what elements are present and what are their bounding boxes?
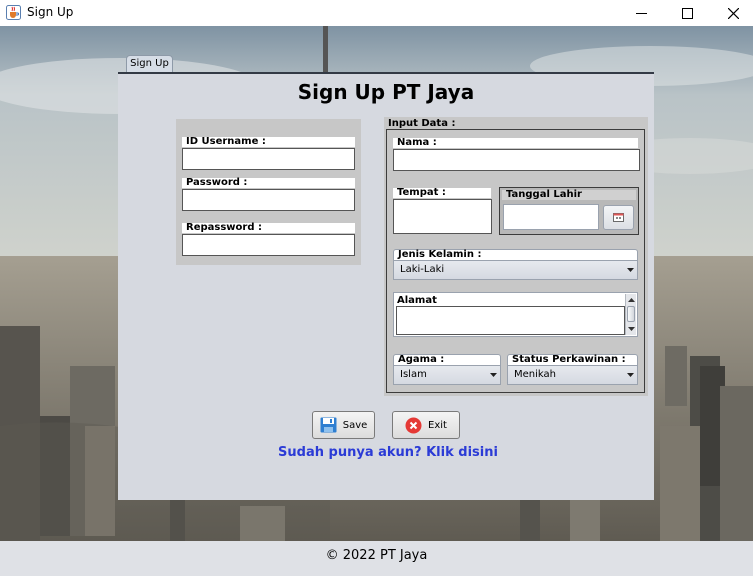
close-icon	[727, 7, 739, 19]
page-title: Sign Up PT Jaya	[297, 80, 475, 104]
username-label: ID Username :	[182, 137, 355, 147]
exit-button-label: Exit	[428, 419, 447, 431]
password-label: Password :	[182, 178, 355, 188]
maximize-button[interactable]	[664, 0, 710, 26]
tanggal-lahir-label: Tanggal Lahir	[502, 190, 636, 200]
username-input[interactable]	[182, 148, 355, 170]
floppy-disk-icon	[320, 417, 337, 433]
scroll-down-icon	[628, 327, 635, 331]
jenis-kelamin-value: Laki-Laki	[400, 264, 445, 275]
input-data-card: Input Data : Nama : Tempat : Tanggal Lah…	[384, 117, 648, 396]
minimize-button[interactable]	[618, 0, 664, 26]
chevron-down-icon	[623, 366, 637, 384]
footer-copyright: © 2022 PT Jaya	[0, 541, 753, 576]
jenis-kelamin-label: Jenis Kelamin :	[393, 249, 638, 260]
window-title: Sign Up	[27, 5, 74, 19]
alamat-textarea[interactable]	[396, 306, 625, 335]
login-link[interactable]: Sudah punya akun? Klik disini	[118, 445, 658, 460]
tempat-input[interactable]	[393, 199, 492, 234]
status-perkawinan-value: Menikah	[514, 369, 556, 380]
nama-input[interactable]	[393, 149, 640, 171]
password-input[interactable]	[182, 189, 355, 211]
calendar-button[interactable]	[603, 205, 634, 230]
signup-panel: Sign Up PT Jaya ID Username : Password :…	[118, 74, 654, 500]
scroll-up-icon	[628, 298, 635, 302]
tempat-label: Tempat :	[393, 188, 491, 198]
chevron-down-icon	[486, 366, 500, 384]
window-titlebar: Sign Up	[0, 0, 753, 26]
account-card: ID Username : Password : Repassword :	[176, 119, 361, 265]
agama-select[interactable]: Islam	[393, 365, 501, 385]
java-cup-icon	[6, 5, 21, 20]
tab-sign-up[interactable]: Sign Up	[126, 55, 173, 73]
alamat-group: Alamat	[393, 292, 638, 337]
scroll-thumb[interactable]	[627, 306, 635, 322]
input-data-border: Nama : Tempat : Tanggal Lahir Jenis Kela	[386, 129, 645, 393]
repassword-label: Repassword :	[182, 223, 355, 233]
red-x-icon	[405, 417, 422, 433]
minimize-icon	[635, 12, 647, 14]
nama-label: Nama :	[393, 138, 638, 148]
status-perkawinan-label: Status Perkawinan :	[507, 354, 638, 365]
tanggal-lahir-input[interactable]	[503, 204, 599, 230]
jenis-kelamin-select[interactable]: Laki-Laki	[393, 260, 638, 280]
tanggal-lahir-group: Tanggal Lahir	[499, 187, 639, 235]
agama-value: Islam	[400, 369, 427, 380]
alamat-scrollbar[interactable]	[625, 294, 636, 335]
exit-button[interactable]: Exit	[392, 411, 460, 439]
calendar-icon	[613, 213, 624, 222]
status-perkawinan-select[interactable]: Menikah	[507, 365, 638, 385]
agama-label: Agama :	[393, 354, 501, 365]
repassword-input[interactable]	[182, 234, 355, 256]
alamat-label: Alamat	[397, 295, 437, 306]
maximize-icon	[681, 7, 693, 19]
save-button[interactable]: Save	[312, 411, 375, 439]
save-button-label: Save	[342, 419, 368, 431]
close-button[interactable]	[710, 0, 753, 26]
chevron-down-icon	[623, 261, 637, 279]
input-data-caption: Input Data :	[388, 118, 456, 129]
